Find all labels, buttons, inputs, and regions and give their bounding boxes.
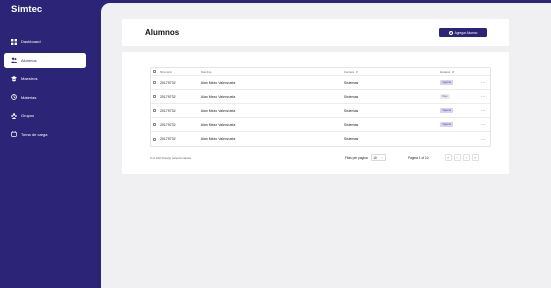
book-icon bbox=[10, 94, 17, 101]
cell-nombre: Alan Mezo Valenzuela bbox=[200, 94, 236, 99]
page-info: Pagina 1 of 10 bbox=[408, 156, 429, 160]
last-page-button[interactable]: » bbox=[472, 154, 479, 161]
column-header-nombre: Nombre bbox=[200, 69, 212, 74]
row-actions-button[interactable]: ⋯ bbox=[476, 137, 490, 142]
row-checkbox[interactable] bbox=[152, 137, 156, 141]
sidebar-item-alumnos[interactable]: Alumnos bbox=[4, 52, 86, 68]
sidebar-item-label: Toma de carga bbox=[21, 131, 48, 137]
next-page-button[interactable]: › bbox=[463, 154, 470, 161]
add-student-label: Agregar Alumno bbox=[454, 30, 478, 35]
row-actions-button[interactable]: ⋯ bbox=[476, 108, 490, 113]
row-checkbox[interactable] bbox=[152, 123, 156, 126]
column-header-carrera-label: Carrera bbox=[343, 69, 355, 74]
sort-icon: ⇵ bbox=[451, 69, 455, 74]
sidebar-item-label: Grupos bbox=[21, 113, 35, 118]
plus-icon: + bbox=[448, 30, 453, 35]
cell-carrera: Sistemas bbox=[343, 137, 359, 141]
page-header: Alumnos + Agregar Alumno bbox=[122, 19, 509, 46]
cell-ncontrol: 20179732 bbox=[159, 137, 176, 141]
cell-nombre: Alan Mezo Valenzuela bbox=[200, 137, 236, 141]
row-actions-button[interactable]: ⋯ bbox=[476, 94, 490, 99]
students-table-card: NControl Nombre Carrera ⇵ Estatus ⇵ 2017… bbox=[122, 52, 509, 174]
column-header-carrera[interactable]: Carrera ⇵ bbox=[344, 70, 440, 74]
row-actions-button[interactable]: ⋯ bbox=[476, 80, 490, 85]
sidebar-item-grupos[interactable]: Grupos bbox=[4, 108, 86, 123]
group-icon bbox=[10, 112, 17, 119]
cell-ncontrol: 20179732 bbox=[159, 94, 176, 99]
sidebar-item-dashboard[interactable]: Dashboard bbox=[4, 34, 86, 49]
prev-page-button[interactable]: ‹ bbox=[454, 154, 461, 161]
sidebar-nav: Dashboard Alumnos Maestros Materias Grup… bbox=[4, 34, 86, 145]
cell-ncontrol: 20179732 bbox=[159, 122, 176, 127]
cell-nombre: Alan Mezo Valenzuela bbox=[200, 80, 236, 85]
page-title: Alumnos bbox=[145, 27, 180, 37]
cell-estatus: Vigente bbox=[440, 79, 476, 86]
cell-estatus: Baja bbox=[440, 93, 476, 100]
users-icon bbox=[10, 57, 17, 64]
rows-per-page-label: Filas per pagina bbox=[345, 155, 368, 160]
first-page-button[interactable]: « bbox=[445, 154, 452, 161]
cell-carrera: Sistemas bbox=[343, 94, 359, 99]
rows-per-page-value: 10 bbox=[373, 155, 377, 160]
status-badge: Vigente bbox=[440, 79, 454, 86]
cell-carrera: Sistemas bbox=[343, 80, 359, 85]
table-header-row: NControl Nombre Carrera ⇵ Estatus ⇵ bbox=[151, 68, 490, 76]
status-badge: Vigente bbox=[440, 121, 454, 128]
sidebar-item-toma-de-carga[interactable]: Toma de carga bbox=[4, 127, 86, 142]
status-badge: Vigente bbox=[440, 107, 454, 114]
cell-nombre: Alan Mezo Valenzuela bbox=[200, 108, 236, 113]
students-table: NControl Nombre Carrera ⇵ Estatus ⇵ 2017… bbox=[150, 67, 491, 147]
table-row[interactable]: 20179732 Alan Mezo Valenzuela Sistemas Vige… bbox=[151, 118, 490, 132]
cell-ncontrol: 20179732 bbox=[159, 80, 176, 85]
cell-carrera: Sistemas bbox=[343, 122, 359, 127]
app-title: Simtec bbox=[11, 4, 43, 15]
sort-icon: ⇵ bbox=[355, 69, 358, 74]
pagination: « ‹ › » bbox=[445, 154, 479, 161]
row-checkbox[interactable] bbox=[152, 109, 156, 112]
column-header-estatus-label: Estatus bbox=[440, 69, 451, 74]
table-row[interactable]: 20179732 Alan Mezo Valenzuela Sistemas ⋯ bbox=[151, 132, 490, 146]
sidebar: Simtec Dashboard Alumnos Maestros Materi… bbox=[0, 0, 100, 288]
sidebar-item-label: Materias bbox=[21, 94, 37, 100]
row-checkbox[interactable] bbox=[152, 81, 156, 84]
rows-per-page-select[interactable]: 10 ⌄ bbox=[370, 154, 386, 161]
cell-nombre: Alan Mezo Valenzuela bbox=[200, 122, 236, 127]
cell-estatus: Vigente bbox=[440, 107, 476, 114]
add-student-button[interactable]: + Agregar Alumno bbox=[439, 28, 487, 37]
teacher-icon bbox=[10, 75, 17, 82]
cell-estatus: Vigente bbox=[440, 121, 476, 128]
rows-per-page: Filas per pagina 10 ⌄ bbox=[345, 154, 386, 161]
row-checkbox[interactable] bbox=[152, 95, 156, 98]
column-header-estatus[interactable]: Estatus ⇵ bbox=[440, 70, 476, 74]
cell-carrera: Sistemas bbox=[343, 108, 359, 113]
sidebar-item-maestros[interactable]: Maestros bbox=[4, 71, 86, 86]
table-row[interactable]: 20179732 Alan Mezo Valenzuela Sistemas Vige… bbox=[151, 104, 490, 118]
chevron-down-icon: ⌄ bbox=[381, 156, 384, 159]
sidebar-item-label: Maestros bbox=[21, 76, 38, 81]
select-all-checkbox[interactable] bbox=[152, 70, 156, 73]
sidebar-item-materias[interactable]: Materias bbox=[4, 90, 86, 105]
load-icon bbox=[10, 131, 17, 138]
table-row[interactable]: 20179732 Alan Mezo Valenzuela Sistemas Baja… bbox=[151, 90, 490, 104]
row-actions-button[interactable]: ⋯ bbox=[476, 122, 490, 127]
status-badge: Baja bbox=[440, 93, 450, 100]
main-content: Alumnos + Agregar Alumno NControl Nombre… bbox=[101, 3, 551, 288]
dashboard-icon bbox=[10, 38, 17, 45]
sidebar-item-label: Dashboard bbox=[21, 39, 41, 44]
table-row[interactable]: 20179732 Alan Mezo Valenzuela Sistemas Vige… bbox=[151, 76, 490, 90]
column-header-ncontrol: NControl bbox=[159, 69, 172, 74]
selection-count: 0 of 100 Row(s) seleccionados. bbox=[150, 156, 192, 160]
sidebar-item-label: Alumnos bbox=[21, 57, 37, 63]
cell-ncontrol: 20179732 bbox=[159, 108, 176, 113]
